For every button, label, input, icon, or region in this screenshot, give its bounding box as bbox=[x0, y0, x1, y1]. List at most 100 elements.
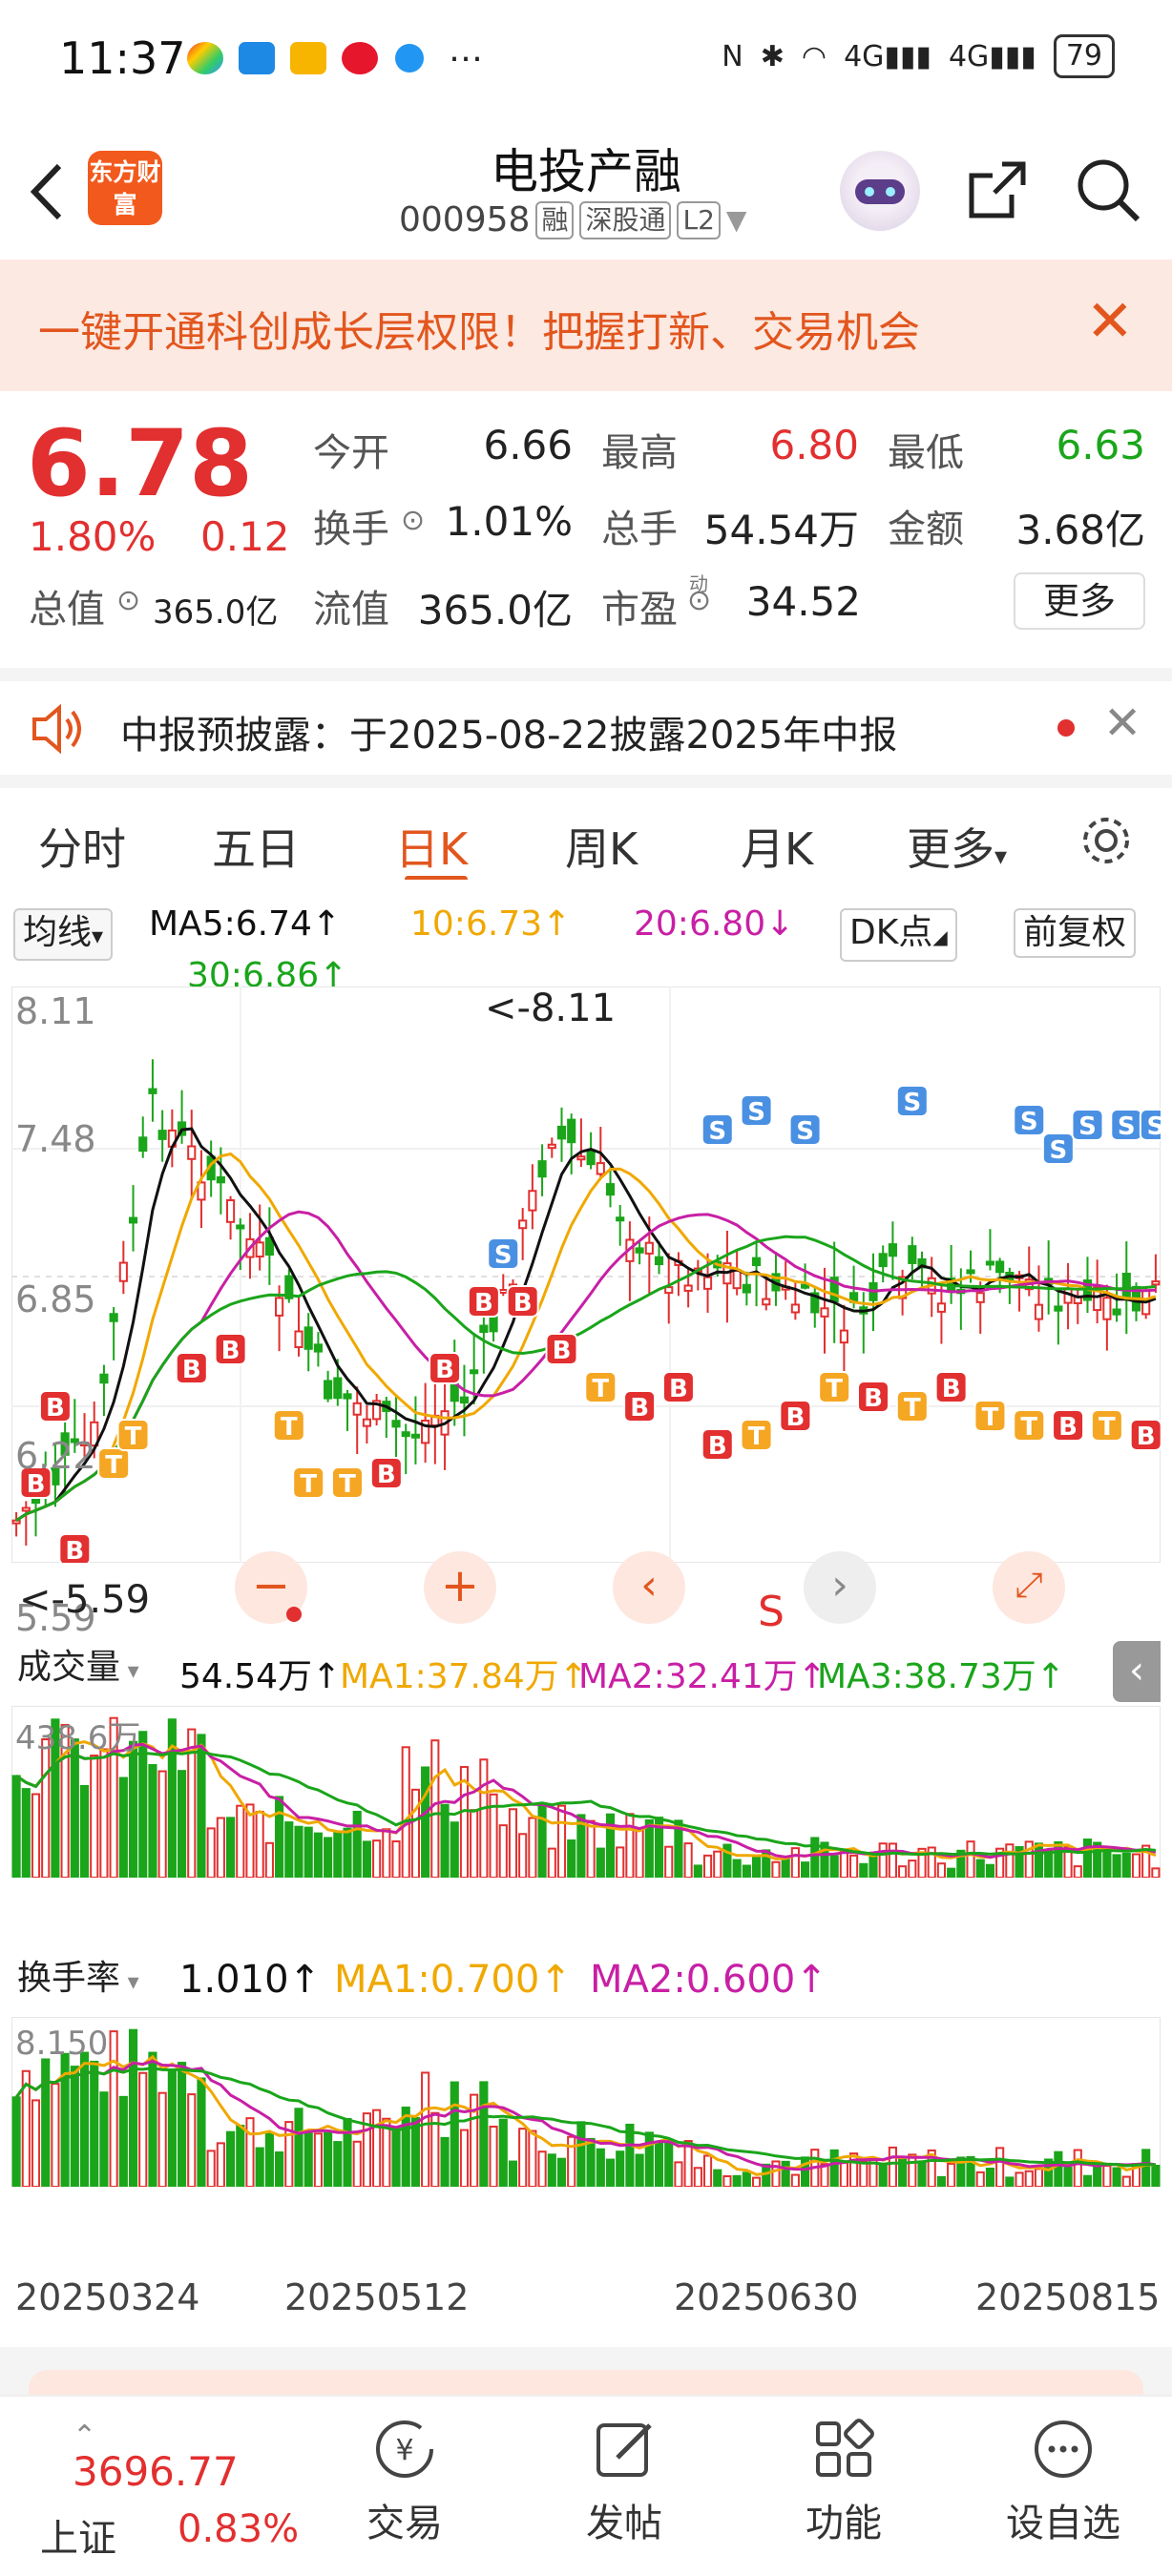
tab-monthly-k[interactable]: 月K bbox=[741, 815, 813, 878]
volume-chart[interactable] bbox=[11, 1706, 1161, 1878]
bar bbox=[303, 1826, 313, 1878]
signal-letter: B bbox=[708, 1432, 727, 1461]
bar bbox=[1034, 2168, 1044, 2187]
bar bbox=[324, 2131, 333, 2187]
volume-ma3: MA3:38.73万↑ bbox=[817, 1657, 1065, 1696]
amount-value: 3.68亿 bbox=[1015, 507, 1145, 553]
bar bbox=[255, 2147, 264, 2187]
bar bbox=[556, 1804, 567, 1878]
index-change: 0.83% bbox=[178, 2507, 300, 2551]
stock-code-row[interactable]: 000958 融 深股通 L2 ▼ bbox=[399, 200, 746, 239]
turnover-chart[interactable] bbox=[11, 2017, 1161, 2187]
tab-more[interactable]: 更多▾ bbox=[907, 815, 1007, 878]
scroll-left-button[interactable]: ‹ bbox=[613, 1551, 685, 1624]
bar bbox=[683, 1842, 693, 1878]
signal-letter: B bbox=[1137, 1423, 1156, 1451]
bar bbox=[99, 2091, 109, 2187]
volume-indicator-dropdown[interactable]: 成交量 ▾ bbox=[10, 1645, 147, 1693]
signal-marker-b: B bbox=[934, 1371, 968, 1403]
nav-add-watchlist-label: 设自选 bbox=[1006, 2502, 1120, 2545]
svg-text:¥: ¥ bbox=[395, 2434, 413, 2467]
scroll-right-button[interactable]: › bbox=[804, 1551, 876, 1624]
earnings-notice[interactable]: 中报预披露：于2025-08-22披露2025年中报 ✕ bbox=[0, 668, 1172, 771]
open-label: 今开 bbox=[313, 431, 389, 475]
candle-body bbox=[518, 1219, 528, 1230]
tab-daily-k[interactable]: 日K bbox=[395, 815, 468, 878]
turnover-indicator-dropdown[interactable]: 换手率 ▾ bbox=[10, 1956, 147, 2005]
bar bbox=[1054, 2150, 1063, 2187]
info-icon[interactable]: ⊙ bbox=[687, 584, 711, 617]
index-quote[interactable]: ⌃ 3696.77 上证 0.83% bbox=[34, 2420, 302, 2561]
nav-trade-label: 交易 bbox=[366, 2502, 443, 2545]
search-icon[interactable] bbox=[1073, 155, 1143, 225]
bar bbox=[206, 1827, 216, 1878]
bar bbox=[1141, 2149, 1151, 2187]
adjust-price-button[interactable]: 前复权 bbox=[1014, 908, 1137, 958]
bar bbox=[528, 2129, 537, 2187]
nav-post[interactable]: 发帖 bbox=[548, 2416, 701, 2547]
promo-banner[interactable]: 一键开通科创成长层权限！把握打新、交易机会 ✕ bbox=[0, 260, 1172, 391]
volume-ma1: MA1:37.84万↑ bbox=[340, 1657, 588, 1696]
tab-five-day[interactable]: 五日 bbox=[212, 815, 300, 878]
bar bbox=[528, 1817, 537, 1878]
bar bbox=[859, 1862, 869, 1878]
tab-intraday[interactable]: 分时 bbox=[38, 815, 126, 878]
signal-letter: B bbox=[46, 1394, 65, 1423]
bar bbox=[801, 1861, 810, 1878]
close-icon[interactable]: ✕ bbox=[1086, 288, 1134, 355]
signal-2-icon: 4G▮▮▮ bbox=[948, 39, 1036, 73]
market-cap-value: 365.0亿 bbox=[153, 593, 279, 632]
bar bbox=[128, 2028, 138, 2187]
ma20-line bbox=[14, 2067, 1156, 2168]
nav-functions[interactable]: 功能 bbox=[767, 2416, 920, 2547]
candle-body bbox=[128, 1216, 138, 1224]
bar bbox=[1151, 1867, 1161, 1878]
more-quote-button[interactable]: 更多 bbox=[1014, 572, 1145, 630]
bar bbox=[352, 2140, 362, 2187]
ma5-label: MA5:6.74↑ bbox=[149, 904, 342, 944]
candle-body bbox=[537, 1160, 547, 1178]
change-percent: 1.80% bbox=[29, 513, 157, 560]
ma10-label: 10:6.73↑ bbox=[410, 904, 572, 944]
zoom-in-button[interactable]: + bbox=[424, 1551, 496, 1624]
candle-body bbox=[586, 1150, 596, 1166]
bar bbox=[118, 1776, 128, 1878]
bar bbox=[722, 2175, 732, 2187]
candle-body bbox=[995, 1260, 1005, 1274]
signal-marker-b: B bbox=[175, 1352, 208, 1384]
bar bbox=[294, 2108, 303, 2187]
y-tick-7.48: 7.48 bbox=[15, 1118, 96, 1160]
high-price-marker: <-8.11 bbox=[485, 987, 617, 1030]
nav-trade[interactable]: ¥ 交易 bbox=[328, 2416, 481, 2547]
bar bbox=[644, 2131, 654, 2187]
robot-assistant-icon[interactable] bbox=[840, 151, 920, 231]
dk-point-button[interactable]: DK点◢ bbox=[840, 908, 957, 962]
signal-letter: T bbox=[904, 1394, 921, 1423]
signal-letter: B bbox=[864, 1384, 883, 1413]
trade-icon: ¥ bbox=[376, 2420, 433, 2478]
info-icon[interactable]: ⊙ bbox=[116, 584, 140, 617]
signal-letter: B bbox=[221, 1337, 241, 1365]
candle-body bbox=[352, 1402, 362, 1416]
candle-body bbox=[751, 1257, 762, 1267]
fullscreen-button[interactable]: ⤢ bbox=[993, 1551, 1065, 1624]
tab-weekly-k[interactable]: 周K bbox=[565, 815, 638, 878]
bar bbox=[1131, 1853, 1141, 1878]
kline-chart[interactable]: BBBTTBBTT T BBBSBBTBBB TBT B TBT T B T BSSSSSSS S S bbox=[11, 987, 1161, 1563]
candle-body bbox=[99, 1373, 109, 1384]
share-icon[interactable] bbox=[964, 156, 1031, 223]
candle-body bbox=[975, 1292, 985, 1303]
close-icon[interactable]: ✕ bbox=[1103, 696, 1141, 750]
info-icon[interactable]: ⊙ bbox=[401, 504, 425, 537]
change-amount: 0.12 bbox=[200, 513, 290, 560]
candle-body bbox=[255, 1241, 264, 1257]
bar bbox=[1121, 1852, 1131, 1878]
gear-icon[interactable] bbox=[1077, 811, 1136, 870]
candle-body bbox=[109, 1313, 118, 1322]
indicator-dropdown[interactable]: 均线▾ bbox=[13, 908, 114, 961]
turnover-value: 1.010↑ bbox=[179, 1958, 322, 2002]
nav-add-watchlist[interactable]: 设自选 bbox=[987, 2416, 1140, 2547]
candle-body bbox=[157, 1130, 167, 1140]
candle-body bbox=[313, 1343, 323, 1353]
collapse-panel-button[interactable]: ‹ bbox=[1113, 1641, 1161, 1702]
